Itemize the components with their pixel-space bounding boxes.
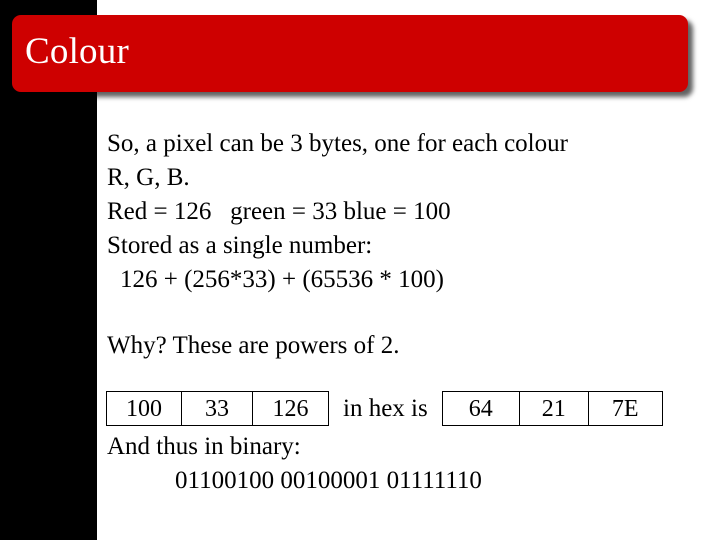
hex-cell-blue: 64 xyxy=(441,391,520,426)
blank-spacer-line xyxy=(107,297,707,329)
body-line-1: So, a pixel can be 3 bytes, one for each… xyxy=(107,130,568,157)
decimal-cell-green: 33 xyxy=(181,391,253,426)
decimal-cell-blue: 100 xyxy=(106,391,182,426)
hex-cell-green: 21 xyxy=(518,391,589,426)
question-line: Why? These are powers of 2. xyxy=(107,332,400,359)
binary-value: 01100100 00100001 01111110 xyxy=(175,467,482,494)
hex-values-table: 64 21 7E xyxy=(441,391,663,426)
body-line-2: R, G, B. xyxy=(107,164,190,191)
body-line-4: Stored as a single number: xyxy=(107,232,373,259)
hex-cell-red: 7E xyxy=(587,391,663,426)
body-text-block: So, a pixel can be 3 bytes, one for each… xyxy=(107,127,707,363)
binary-label: And thus in binary: xyxy=(107,433,301,460)
page-title: Colour xyxy=(25,31,129,72)
table-row: 64 21 7E xyxy=(441,391,663,426)
table-row: 100 33 126 xyxy=(106,391,329,426)
in-hex-is-label: in hex is xyxy=(343,395,428,422)
decimal-values-table: 100 33 126 xyxy=(106,391,329,426)
body-line-3: Red = 126 green = 33 blue = 100 xyxy=(107,198,451,225)
body-line-5: 126 + (256*33) + (65536 * 100) xyxy=(120,266,444,293)
decimal-cell-red: 126 xyxy=(252,391,329,426)
title-banner: Colour xyxy=(12,15,688,92)
slide-canvas: Colour So, a pixel can be 3 bytes, one f… xyxy=(0,0,720,540)
binary-block: And thus in binary: 01100100 00100001 01… xyxy=(107,430,707,498)
conversion-row: 100 33 126 in hex is 64 21 7E xyxy=(106,391,706,429)
